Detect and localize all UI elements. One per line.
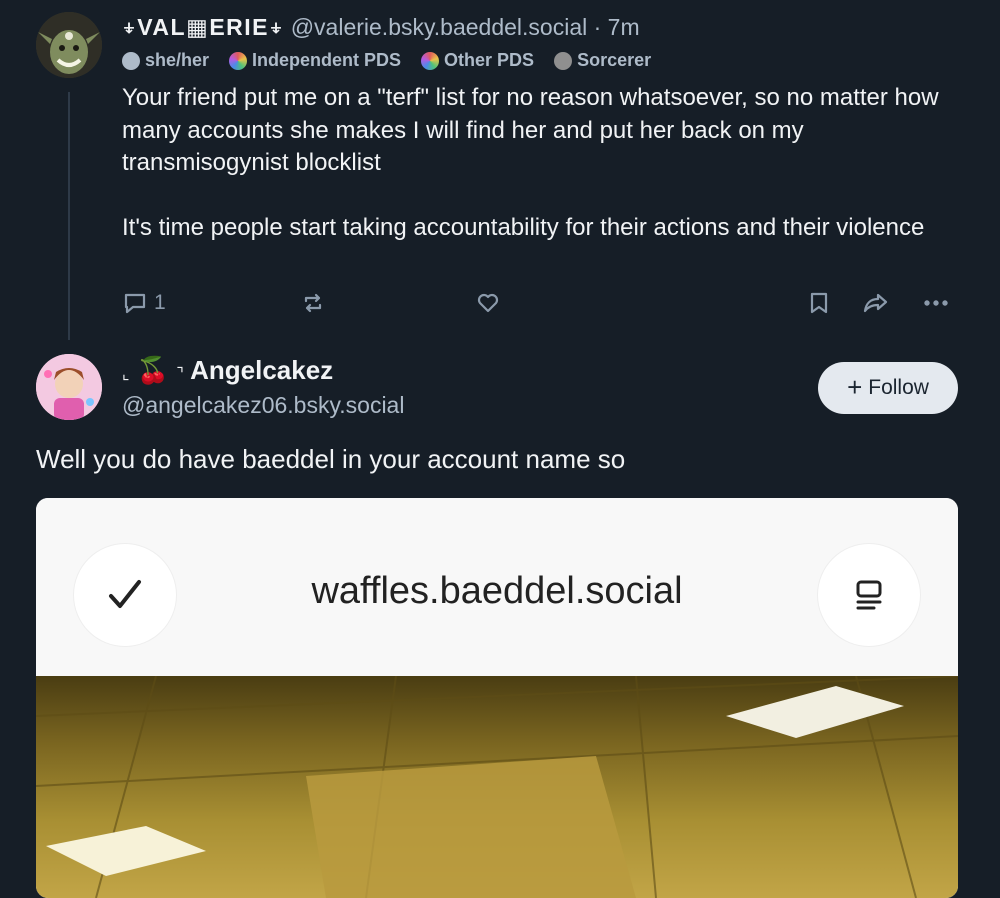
badge-label: Other PDS [444, 50, 535, 70]
cherry-emoji: 🍒 [136, 355, 170, 385]
menu-button [818, 544, 920, 646]
reply-count: 1 [154, 291, 166, 314]
pds-rainbow-icon [421, 51, 440, 70]
badge-other-pds[interactable]: Other PDS [421, 50, 534, 71]
pds-rainbow-icon [229, 51, 248, 70]
badge-label: Sorcerer [577, 50, 652, 70]
bookmark-icon [810, 292, 828, 314]
author-name[interactable]: Angelcakez [190, 355, 333, 385]
name-corner: ⌝ [176, 366, 184, 383]
post-paragraph: Your friend put me on a "terf" list for … [122, 84, 939, 176]
browser-bar: waffles.baeddel.social [36, 498, 958, 676]
follow-label: Follow [868, 376, 929, 399]
post-actions: 1 [0, 290, 1000, 322]
post-header: ⍖VAL▦ERIE⍖ @valerie.bsky.baeddel.social … [122, 14, 640, 41]
author-name-line: ⌞ 🍒 ⌝ Angelcakez [122, 355, 333, 386]
name-corner: ⌞ [122, 366, 130, 383]
bookmark-button[interactable] [806, 290, 832, 316]
post-paragraph: It's time people start taking accountabi… [122, 213, 925, 241]
repost-button[interactable] [300, 290, 326, 316]
avatar[interactable] [36, 12, 102, 78]
author-handle[interactable]: @valerie.bsky.baeddel.social [291, 14, 588, 40]
profile-badges: she/her Independent PDS Other PDS Sorcer… [122, 50, 651, 71]
more-options-icon [924, 300, 948, 306]
share-icon [863, 293, 888, 313]
circle-badge-icon [122, 51, 140, 70]
plus-icon: + [847, 371, 863, 402]
reply-icon [124, 293, 146, 314]
repost-icon [304, 293, 322, 313]
room-photo [36, 675, 958, 898]
post-text: Your friend put me on a "terf" list for … [122, 82, 972, 276]
reply-button[interactable]: 1 [122, 290, 166, 316]
badge-label: she/her [145, 50, 210, 70]
badge-pronouns[interactable]: she/her [122, 50, 209, 71]
author-name[interactable]: ⍖VAL▦ERIE⍖ [122, 14, 284, 40]
avatar[interactable] [36, 354, 102, 420]
badge-independent-pds[interactable]: Independent PDS [229, 50, 401, 71]
heart-icon [477, 293, 499, 313]
like-button[interactable] [475, 290, 501, 316]
post-text: Well you do have baeddel in your account… [36, 444, 626, 474]
more-options-button[interactable] [922, 290, 950, 316]
badge-label: Independent PDS [252, 50, 402, 70]
list-icon [856, 580, 882, 610]
share-button[interactable] [862, 290, 890, 316]
author-handle[interactable]: @angelcakez06.bsky.social [122, 392, 404, 419]
post-time[interactable]: · 7m [594, 14, 640, 40]
follow-button[interactable]: + Follow [818, 362, 958, 414]
badge-sorcerer[interactable]: Sorcerer [554, 50, 651, 71]
sorcerer-avatar-icon [554, 51, 573, 70]
embedded-image[interactable]: waffles.baeddel.social [36, 498, 958, 898]
